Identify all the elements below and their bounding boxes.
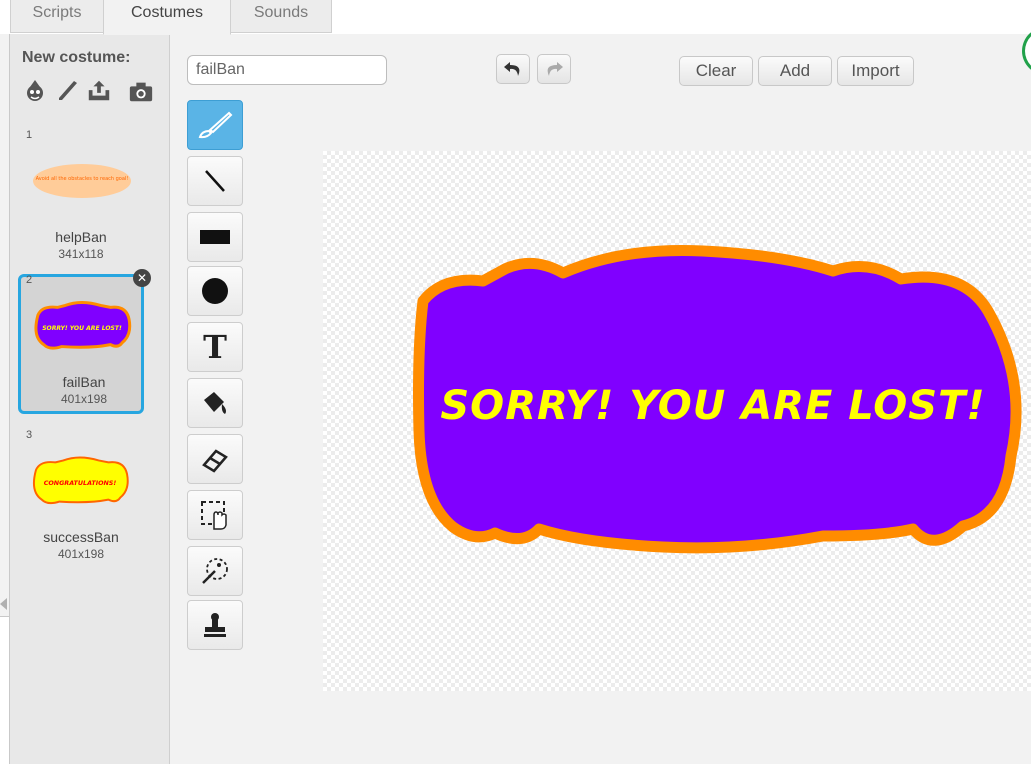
delete-costume-button[interactable]: ✕ [133,269,151,287]
costume-size: 341x118 [58,247,104,261]
sprite-library-icon[interactable] [22,78,48,104]
drawing-canvas[interactable]: SORRY! YOU ARE LOST! [323,151,1031,691]
tab-costumes[interactable]: Costumes [103,0,231,35]
select-hand-icon [201,501,227,530]
undo-icon [504,62,520,76]
line-tool[interactable] [187,156,243,206]
paintbrush-icon[interactable] [54,78,80,104]
text-tool[interactable]: T [187,322,243,372]
costume-item-helpban[interactable]: 1 Avoid all the obstacles to reach goal!… [18,129,144,269]
costume-list-panel: New costume: 1 Avoid all the obstacles t… [10,34,170,764]
thumb-text: SORRY! YOU ARE LOST! [42,325,122,332]
camera-icon[interactable] [128,78,154,104]
costume-name: failBan [62,374,106,390]
magic-wand-icon [202,558,228,584]
clear-button[interactable]: Clear [679,56,753,86]
costume-thumbnail: CONGRATULATIONS! [30,449,130,513]
brush-icon [198,111,233,139]
tab-sounds[interactable]: Sounds [230,0,332,33]
rectangle-tool[interactable] [187,212,243,262]
fill-tool[interactable] [187,378,243,428]
add-button[interactable]: Add [758,56,832,86]
ellipse-tool[interactable] [187,266,243,316]
eraser-tool[interactable] [187,434,243,484]
costume-name: helpBan [55,229,107,245]
import-button[interactable]: Import [837,56,914,86]
costume-number: 2 [26,274,33,286]
select-tool[interactable] [187,490,243,540]
brush-tool[interactable] [187,100,243,150]
banner-text: SORRY! YOU ARE LOST! [440,383,985,429]
costume-banner: SORRY! YOU ARE LOST! [413,244,1022,554]
thumb-text: CONGRATULATIONS! [44,479,117,487]
undo-button[interactable] [496,54,530,84]
costume-thumbnail: Avoid all the obstacles to reach goal! [32,149,132,213]
eraser-icon [202,449,228,473]
costume-name-input[interactable] [187,55,387,85]
upload-icon[interactable] [86,78,112,104]
costume-item-successban[interactable]: 3 CONGRATULATIONS! successBan 401x198 [18,429,144,569]
costume-item-failban[interactable]: 2 ✕ SORRY! YOU ARE LOST! failBan 401x198 [18,269,151,414]
redo-icon [547,62,563,76]
costume-size: 401x198 [60,392,108,406]
costume-thumbnail: SORRY! YOU ARE LOST! [32,294,132,358]
rectangle-icon [200,230,230,244]
sprite-panel-edge [0,616,9,765]
stamp-tool[interactable] [187,600,243,650]
costume-number: 1 [26,129,33,141]
line-icon [205,170,225,192]
costume-number: 3 [26,429,33,441]
new-costume-label: New costume: [22,49,131,66]
tab-scripts[interactable]: Scripts [10,0,104,33]
paint-editor: Clear Add Import T [170,27,1031,764]
magic-select-tool[interactable] [187,546,243,596]
costume-name: successBan [43,529,119,545]
costume-size: 401x198 [57,547,105,561]
collapse-arrow-icon[interactable] [0,598,7,610]
paint-bucket-icon [204,392,226,414]
ellipse-icon [202,278,228,304]
stamp-icon [204,613,226,637]
text-icon: T [203,328,227,366]
redo-button[interactable] [537,54,571,84]
tab-bar: Scripts Costumes Sounds [0,0,1031,35]
thumb-text: Avoid all the obstacles to reach goal! [36,176,129,182]
green-flag-icon[interactable] [1022,27,1031,75]
